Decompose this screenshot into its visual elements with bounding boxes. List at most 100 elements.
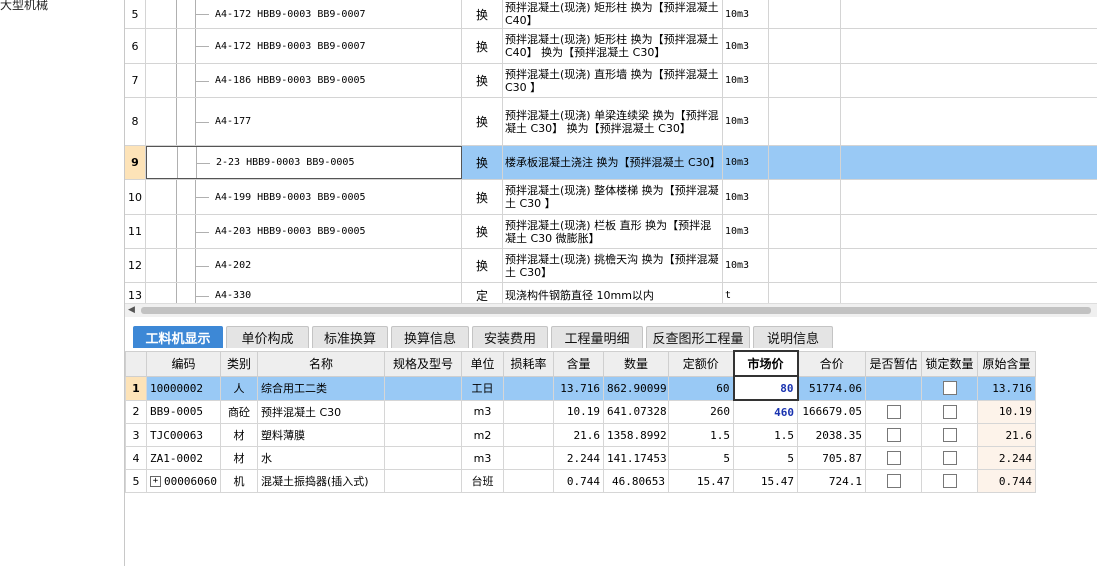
column-header[interactable]: 编码 — [146, 350, 221, 377]
market-price-cell[interactable]: 80 — [732, 375, 799, 401]
total-cell[interactable]: 166679.05 — [797, 399, 866, 424]
quantity-ratio-cell[interactable]: 21.6 — [553, 423, 604, 447]
spec-cell[interactable] — [384, 469, 462, 493]
quota-code-cell[interactable]: A4-199 HBB9-0003 BB9-0005 — [146, 180, 462, 214]
quota-code-cell[interactable]: 2-23 HBB9-0003 BB9-0005 — [146, 146, 462, 179]
code-cell[interactable]: +00006060 — [146, 469, 221, 493]
name-cell[interactable]: 水 — [257, 446, 385, 470]
unit-cell[interactable]: 台班 — [461, 469, 504, 493]
quota-price-cell[interactable]: 15.47 — [668, 469, 734, 493]
category-cell[interactable]: 商砼 — [220, 399, 258, 424]
column-header[interactable]: 含量 — [553, 350, 604, 377]
material-row[interactable]: 1 10000002 人综合用工二类 工日 13.716 862.90099 60 80 517… — [125, 375, 1036, 401]
tab-1[interactable]: 单价构成 — [226, 326, 309, 348]
spec-cell[interactable] — [384, 399, 462, 424]
quota-extra-cell[interactable] — [769, 98, 841, 145]
market-price-cell[interactable]: 15.47 — [733, 469, 798, 493]
tab-2[interactable]: 标准换算 — [312, 326, 388, 348]
quota-price-cell[interactable]: 260 — [668, 399, 734, 424]
unit-cell[interactable]: 工日 — [461, 375, 504, 401]
lock-checkbox-cell[interactable] — [921, 446, 978, 470]
market-price-cell[interactable]: 460 — [733, 399, 798, 424]
original-ratio-cell[interactable]: 2.244 — [977, 446, 1036, 470]
checkbox[interactable] — [942, 451, 957, 465]
category-cell[interactable]: 材 — [220, 423, 258, 447]
lock-checkbox-cell[interactable] — [921, 399, 978, 424]
name-cell[interactable]: 混凝土振捣器(插入式) — [257, 469, 385, 493]
material-row[interactable]: 3 TJC00063 材塑料薄膜 m2 21.6 1358.8992 1.5 1.5 2038.… — [125, 423, 1036, 447]
tab-3[interactable]: 换算信息 — [391, 326, 469, 348]
quota-code-cell[interactable]: A4-203 HBB9-0003 BB9-0005 — [146, 215, 462, 248]
quota-price-cell[interactable]: 5 — [668, 446, 734, 470]
original-ratio-cell[interactable]: 10.19 — [977, 399, 1036, 424]
lock-checkbox-cell[interactable] — [921, 375, 978, 401]
quantity-cell[interactable]: 862.90099 — [603, 375, 669, 401]
column-header[interactable]: 锁定数量 — [921, 350, 978, 377]
loss-rate-cell[interactable] — [503, 423, 554, 447]
row-number[interactable]: 3 — [125, 423, 147, 447]
total-cell[interactable]: 51774.06 — [797, 375, 866, 401]
row-number[interactable]: 5 — [125, 469, 147, 493]
quantity-cell[interactable]: 1358.8992 — [603, 423, 669, 447]
quota-row[interactable]: 6 A4-172 HBB9-0003 BB9-0007 换预拌混凝土(现浇) 矩形柱… — [125, 29, 1097, 64]
quota-extra-cell[interactable] — [769, 29, 841, 63]
quota-extra-cell[interactable] — [769, 146, 841, 179]
total-cell[interactable]: 705.87 — [797, 446, 866, 470]
quota-price-cell[interactable]: 1.5 — [668, 423, 734, 447]
loss-rate-cell[interactable] — [503, 399, 554, 424]
spec-cell[interactable] — [384, 423, 462, 447]
checkbox[interactable] — [886, 451, 901, 465]
quota-row[interactable]: 12 A4-202 换预拌混凝土(现浇) 挑檐天沟 换为【预拌混凝土 C30】 10m… — [125, 249, 1097, 283]
sidebar-item-large-machinery[interactable]: 大型机械 — [0, 0, 48, 13]
quota-row[interactable]: 11 A4-203 HBB9-0003 BB9-0005 换预拌混凝土(现浇) 栏板… — [125, 215, 1097, 249]
checkbox[interactable] — [942, 381, 957, 395]
quota-row[interactable]: 10 A4-199 HBB9-0003 BB9-0005 换预拌混凝土(现浇) 整体… — [125, 180, 1097, 215]
estimate-checkbox-cell[interactable] — [865, 469, 922, 493]
checkbox[interactable] — [942, 404, 957, 419]
tab-4[interactable]: 安装费用 — [472, 326, 548, 348]
row-number[interactable]: 2 — [125, 399, 147, 424]
quota-extra-cell[interactable] — [769, 249, 841, 282]
quantity-ratio-cell[interactable]: 10.19 — [553, 399, 604, 424]
quota-code-cell[interactable]: A4-177 — [146, 98, 462, 145]
total-cell[interactable]: 724.1 — [797, 469, 866, 493]
horizontal-scrollbar[interactable]: ◀ — [125, 303, 1097, 318]
category-cell[interactable]: 机 — [220, 469, 258, 493]
estimate-checkbox-cell[interactable] — [865, 375, 922, 401]
estimate-checkbox-cell[interactable] — [865, 446, 922, 470]
column-header[interactable]: 名称 — [257, 350, 385, 377]
tab-7[interactable]: 说明信息 — [753, 326, 833, 348]
quota-code-cell[interactable]: A4-172 HBB9-0003 BB9-0007 — [146, 29, 462, 63]
quantity-cell[interactable]: 46.80653 — [603, 469, 669, 493]
checkbox[interactable] — [886, 404, 901, 419]
tab-6[interactable]: 反查图形工程量 — [646, 326, 750, 348]
code-cell[interactable]: TJC00063 — [146, 423, 221, 447]
unit-cell[interactable]: m3 — [461, 446, 504, 470]
quota-code-cell[interactable]: A4-172 HBB9-0003 BB9-0007 — [146, 0, 462, 28]
material-row[interactable]: 2 BB9-0005 商砼 预拌混凝土 C30 m3 10.19 641.07328 260 4… — [125, 399, 1036, 424]
total-cell[interactable]: 2038.35 — [797, 423, 866, 447]
tab-5[interactable]: 工程量明细 — [551, 326, 643, 348]
quota-extra-cell[interactable] — [769, 0, 841, 28]
name-cell[interactable]: 预拌混凝土 C30 — [257, 399, 385, 424]
column-header[interactable]: 原始含量 — [977, 350, 1036, 377]
code-cell[interactable]: ZA1-0002 — [146, 446, 221, 470]
scroll-left-icon[interactable]: ◀ — [128, 305, 135, 315]
checkbox[interactable] — [886, 428, 901, 442]
original-ratio-cell[interactable]: 0.744 — [977, 469, 1036, 493]
quota-row[interactable]: 9 2-23 HBB9-0003 BB9-0005 换楼承板混凝土浇注 换为【预拌混… — [125, 146, 1097, 180]
code-cell[interactable]: 10000002 — [146, 375, 221, 401]
quota-row[interactable]: 5 A4-172 HBB9-0003 BB9-0007 换预拌混凝土(现浇) 矩形柱… — [125, 0, 1097, 29]
market-price-cell[interactable]: 5 — [733, 446, 798, 470]
column-header[interactable]: 损耗率 — [503, 350, 554, 377]
spec-cell[interactable] — [384, 446, 462, 470]
quota-row[interactable]: 8 A4-177 换预拌混凝土(现浇) 单梁连续梁 换为【预拌混凝土 C30】 换为… — [125, 98, 1097, 146]
quota-code-cell[interactable]: A4-186 HBB9-0003 BB9-0005 — [146, 64, 462, 97]
row-number[interactable]: 1 — [125, 375, 147, 401]
column-header[interactable]: 合价 — [797, 350, 866, 377]
market-price-cell[interactable]: 1.5 — [733, 423, 798, 447]
original-ratio-cell[interactable]: 13.716 — [977, 375, 1036, 401]
loss-rate-cell[interactable] — [503, 375, 554, 401]
original-ratio-cell[interactable]: 21.6 — [977, 423, 1036, 447]
quota-extra-cell[interactable] — [769, 215, 841, 248]
